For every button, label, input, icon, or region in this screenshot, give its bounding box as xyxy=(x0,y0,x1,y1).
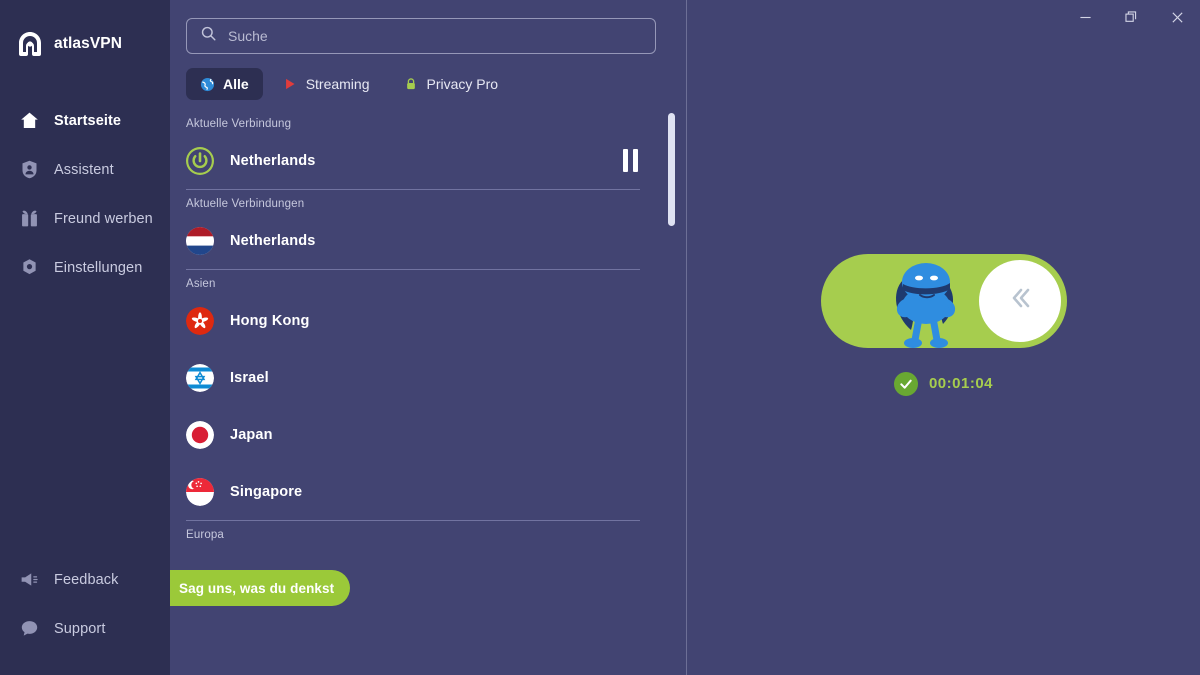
server-row-japan[interactable]: Japan xyxy=(186,406,640,463)
flag-nl-icon xyxy=(186,226,214,255)
flag-jp-icon xyxy=(186,420,214,449)
sidebar-item-support[interactable]: Support xyxy=(0,604,170,653)
power-icon[interactable] xyxy=(186,146,214,175)
server-name: Israel xyxy=(230,369,269,386)
lock-icon xyxy=(404,77,419,92)
group-label: Europa xyxy=(186,529,224,541)
flag-hk-icon xyxy=(186,306,214,335)
scrollbar-track[interactable] xyxy=(668,113,675,643)
connection-panel: 00:01:04 xyxy=(687,0,1200,675)
sidebar: atlasVPN Startseite Assistent Freund wer… xyxy=(0,0,170,675)
sidebar-nav-primary: Startseite Assistent Freund werben Einst… xyxy=(0,96,170,292)
sidebar-item-label: Freund werben xyxy=(54,210,153,227)
current-connection-row[interactable]: Netherlands xyxy=(186,132,640,189)
sidebar-item-label: Einstellungen xyxy=(54,259,143,276)
tab-streaming[interactable]: Streaming xyxy=(269,68,384,100)
connection-toggle[interactable] xyxy=(820,253,1067,348)
check-circle-icon xyxy=(893,371,918,396)
gear-icon xyxy=(18,257,40,279)
server-name: Japan xyxy=(230,426,273,443)
tab-label: Streaming xyxy=(305,76,370,92)
group-label: Aktuelle Verbindung xyxy=(186,118,292,130)
shield-user-icon xyxy=(18,159,40,181)
play-icon xyxy=(283,77,298,92)
gift-icon xyxy=(18,208,40,230)
tab-alle[interactable]: Alle xyxy=(186,68,263,100)
search-icon xyxy=(200,25,217,47)
sidebar-item-startseite[interactable]: Startseite xyxy=(0,96,170,145)
chevrons-left-icon xyxy=(1003,281,1037,320)
window-titlebar xyxy=(1062,0,1200,34)
restore-icon[interactable] xyxy=(1108,0,1154,34)
brand: atlasVPN xyxy=(0,0,170,64)
pause-icon[interactable] xyxy=(623,149,640,172)
pause-bar-right xyxy=(633,149,638,172)
search-input[interactable] xyxy=(228,28,642,44)
superhero-mascot-icon xyxy=(873,258,983,348)
group-label: Aktuelle Verbindungen xyxy=(186,198,305,210)
tab-label: Privacy Pro xyxy=(426,76,499,92)
flag-sg-icon xyxy=(186,477,214,506)
brand-name: atlasVPN xyxy=(54,35,122,52)
server-name: Singapore xyxy=(230,483,303,500)
sidebar-item-label: Startseite xyxy=(54,112,122,129)
tab-label: Alle xyxy=(223,76,249,92)
atlasvpn-logo-icon xyxy=(16,30,44,58)
feedback-pill-button[interactable]: Sag uns, was du denkst xyxy=(170,570,351,606)
sidebar-item-einstellungen[interactable]: Einstellungen xyxy=(0,243,170,292)
sidebar-item-assistent[interactable]: Assistent xyxy=(0,145,170,194)
server-row-hong-kong[interactable]: Hong Kong xyxy=(186,292,640,349)
sidebar-item-label: Support xyxy=(54,620,106,637)
server-name: Netherlands xyxy=(230,152,316,169)
chat-bubble-icon xyxy=(18,618,40,640)
recent-connection-row[interactable]: Netherlands xyxy=(186,212,640,269)
server-name: Netherlands xyxy=(230,232,316,249)
flag-il-icon xyxy=(186,363,214,392)
connection-status: 00:01:04 xyxy=(893,371,994,396)
server-row-singapore[interactable]: Singapore xyxy=(186,463,640,520)
close-icon[interactable] xyxy=(1154,0,1200,34)
toggle-knob[interactable] xyxy=(978,259,1061,342)
filter-tabs: Alle Streaming Privacy Pro xyxy=(170,54,686,100)
feedback-pill-label: Sag uns, was du denkst xyxy=(179,580,335,596)
search-container xyxy=(170,0,686,54)
sidebar-item-freund-werben[interactable]: Freund werben xyxy=(0,194,170,243)
connection-timer: 00:01:04 xyxy=(928,375,994,392)
megaphone-icon xyxy=(18,569,40,591)
search-box[interactable] xyxy=(186,18,656,54)
sidebar-item-label: Feedback xyxy=(54,571,119,588)
globe-icon xyxy=(200,77,215,92)
atlasvpn-window: atlasVPN Startseite Assistent Freund wer… xyxy=(0,0,1200,675)
server-list-content: Aktuelle Verbindung Netherlands Aktuelle… xyxy=(170,110,686,543)
group-label: Asien xyxy=(186,278,216,290)
server-row-israel[interactable]: Israel xyxy=(186,349,640,406)
connection-toggle-stack: 00:01:04 xyxy=(820,253,1067,396)
sidebar-item-feedback[interactable]: Feedback xyxy=(0,555,170,604)
server-name: Hong Kong xyxy=(230,312,310,329)
scrollbar-thumb[interactable] xyxy=(668,113,675,226)
pause-bar-left xyxy=(623,149,628,172)
home-icon xyxy=(18,110,40,132)
tab-privacy-pro[interactable]: Privacy Pro xyxy=(390,68,513,100)
minimize-icon[interactable] xyxy=(1062,0,1108,34)
sidebar-item-label: Assistent xyxy=(54,161,114,178)
sidebar-nav-secondary: Feedback Support xyxy=(0,555,170,675)
